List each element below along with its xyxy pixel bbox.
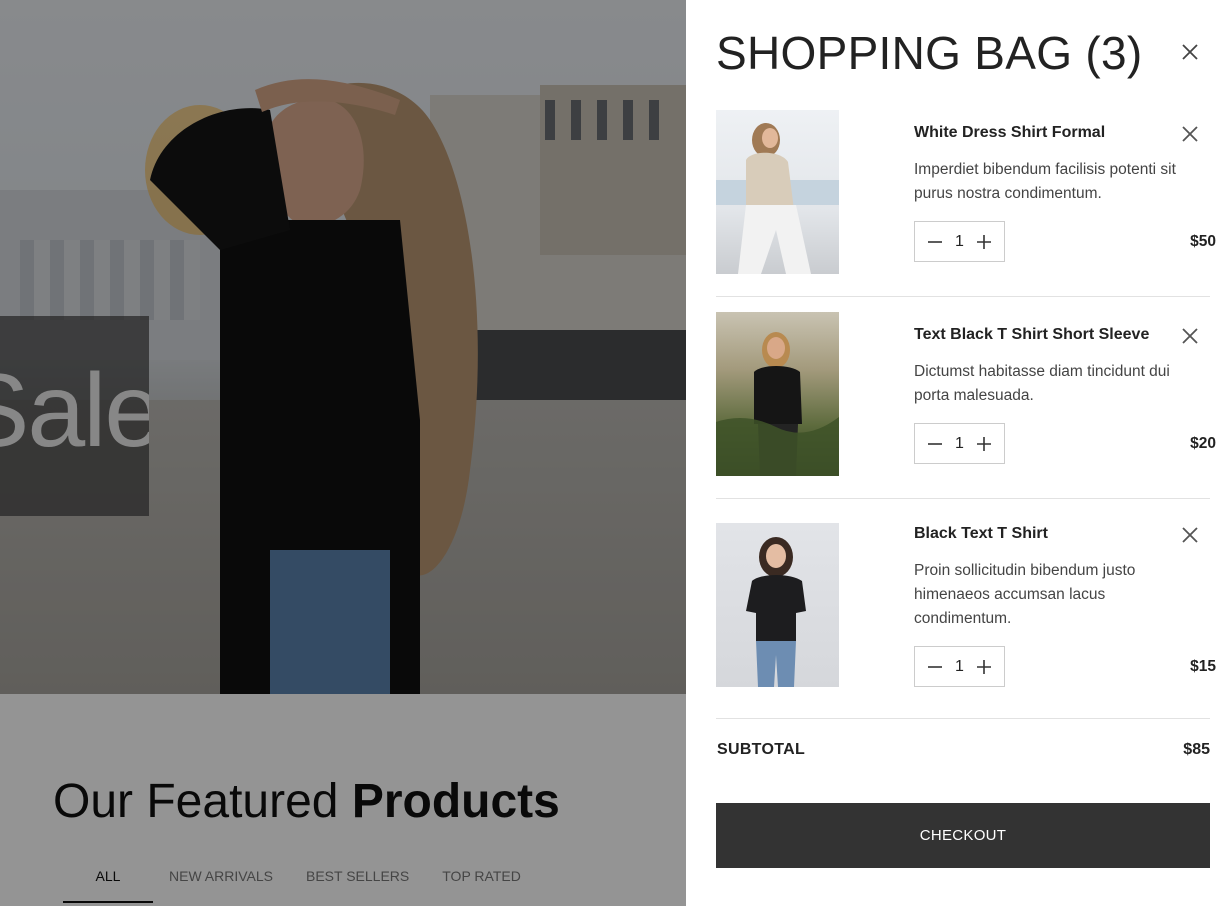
cart-item: White Dress Shirt Formal Imperdiet biben… [716, 110, 1216, 280]
close-icon[interactable] [1180, 42, 1200, 62]
quantity-value[interactable]: 1 [955, 435, 964, 453]
remove-item-close-icon[interactable] [1180, 326, 1200, 346]
item-name[interactable]: Text Black T Shirt Short Sleeve [914, 326, 1149, 344]
quantity-stepper: 1 [914, 646, 1005, 687]
item-price: $20 [1190, 435, 1216, 452]
divider [716, 718, 1210, 719]
item-name[interactable]: Black Text T Shirt [914, 525, 1048, 543]
item-description: Proin sollicitudin bibendum justo himena… [914, 562, 1136, 627]
item-price: $50 [1190, 233, 1216, 250]
minus-icon[interactable] [927, 436, 943, 452]
modal-overlay[interactable] [0, 0, 686, 906]
plus-icon[interactable] [976, 234, 992, 250]
checkout-button[interactable]: CHECKOUT [716, 803, 1210, 868]
remove-item-close-icon[interactable] [1180, 124, 1200, 144]
minus-icon[interactable] [927, 659, 943, 675]
plus-icon[interactable] [976, 436, 992, 452]
item-price: $15 [1190, 658, 1216, 675]
plus-icon[interactable] [976, 659, 992, 675]
divider [716, 296, 1210, 297]
subtotal-label: SUBTOTAL [717, 741, 806, 758]
quantity-value[interactable]: 1 [955, 658, 964, 676]
product-image[interactable] [716, 523, 839, 687]
quantity-value[interactable]: 1 [955, 233, 964, 251]
item-description: Dictumst habitasse diam tincidunt dui po… [914, 363, 1170, 404]
cart-item: Text Black T Shirt Short Sleeve Dictumst… [716, 312, 1216, 482]
product-image[interactable] [716, 312, 839, 476]
minus-icon[interactable] [927, 234, 943, 250]
subtotal-value: $85 [1183, 741, 1210, 758]
item-name[interactable]: White Dress Shirt Formal [914, 124, 1105, 142]
product-image[interactable] [716, 110, 839, 274]
cart-item: Black Text T Shirt Proin sollicitudin bi… [716, 513, 1216, 713]
shopping-bag-drawer: SHOPPING BAG (3) White Dress Shirt Forma… [686, 0, 1228, 906]
remove-item-close-icon[interactable] [1180, 525, 1200, 545]
drawer-title: SHOPPING BAG (3) [716, 27, 1143, 79]
quantity-stepper: 1 [914, 423, 1005, 464]
quantity-stepper: 1 [914, 221, 1005, 262]
item-description: Imperdiet bibendum facilisis potenti sit… [914, 161, 1176, 202]
divider [716, 498, 1210, 499]
